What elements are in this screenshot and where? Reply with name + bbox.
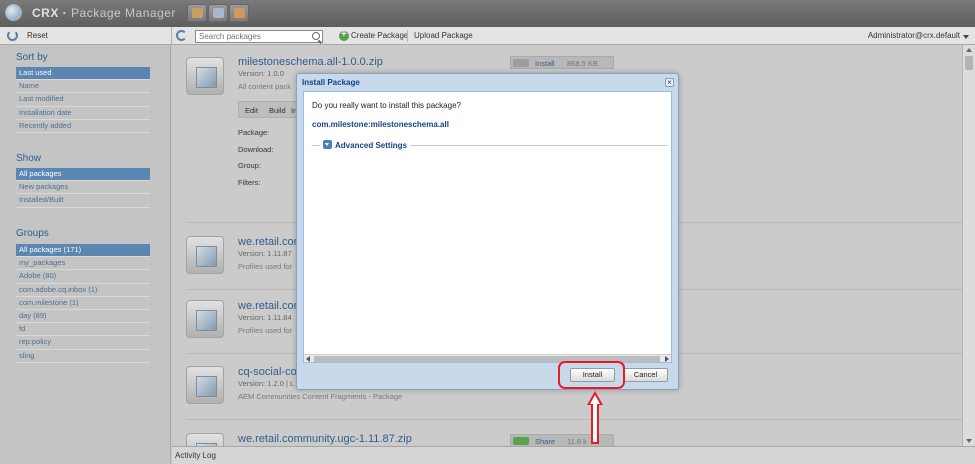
scroll-thumb[interactable] <box>965 56 973 70</box>
user-menu[interactable]: Administrator@crx.default <box>868 31 960 40</box>
package-name[interactable]: we.retail.com <box>238 300 303 312</box>
group-item[interactable]: com.adobe.cq.inbox (1) <box>16 284 150 297</box>
share-icon <box>513 437 529 445</box>
annotation-arrow-shaft <box>591 404 599 444</box>
group-item[interactable]: day (89) <box>16 310 150 324</box>
show-heading: Show <box>16 153 42 164</box>
scroll-down-icon[interactable] <box>966 439 972 443</box>
package-description: Profiles used for <box>238 262 293 271</box>
expand-icon[interactable] <box>323 140 332 149</box>
create-package-button[interactable]: Create Package <box>351 31 408 40</box>
install-action[interactable]: Install 868.5 KB <box>510 56 614 69</box>
annotation-arrow-icon <box>587 391 603 405</box>
package-name[interactable]: cq-social-co <box>238 366 297 378</box>
crx-logo-icon <box>5 4 22 21</box>
close-icon[interactable]: × <box>665 78 674 87</box>
package-name[interactable]: milestoneschema.all-1.0.0.zip <box>238 56 383 68</box>
package-name[interactable]: we.retail.community.ugc-1.11.87.zip <box>238 433 412 445</box>
group-item[interactable]: rep:policy <box>16 336 150 350</box>
group-item[interactable]: my_packages <box>16 257 150 271</box>
tools-icon <box>192 8 203 18</box>
sort-item-last-modified[interactable]: Last modified <box>16 93 150 107</box>
field-package: Package: <box>238 128 270 137</box>
group-item[interactable]: sling <box>16 350 150 363</box>
advanced-settings-fieldset: Advanced Settings <box>312 140 667 152</box>
package-thumbnail-icon <box>186 300 224 338</box>
dialog-body: Do you really want to install this packa… <box>303 91 672 363</box>
group-item[interactable]: fd <box>16 323 150 337</box>
app-title: CRX · Package Manager <box>32 6 176 20</box>
reset-button[interactable]: Reset <box>27 31 48 40</box>
vertical-scrollbar[interactable] <box>962 45 975 446</box>
sort-heading: Sort by <box>16 52 48 63</box>
sort-item-recently-added[interactable]: Recently added <box>16 120 150 133</box>
sort-item-installation-date[interactable]: Installation date <box>16 107 150 120</box>
scroll-up-icon[interactable] <box>966 48 972 52</box>
create-package-icon[interactable] <box>339 29 349 41</box>
app-switch-button-3[interactable] <box>229 4 249 22</box>
package-version: Version: 1.2.0 | L <box>238 379 295 388</box>
tab-edit[interactable]: Edit <box>245 106 258 115</box>
status-bar: Activity Log <box>172 446 975 464</box>
package-name[interactable]: we.retail.com <box>238 236 303 248</box>
sidebar: Sort by Last used Name Last modified Ins… <box>0 45 171 464</box>
install-package-dialog: Install Package × Do you really want to … <box>296 73 679 390</box>
package-thumbnail-icon <box>186 57 224 95</box>
package-thumbnail-icon <box>186 366 224 404</box>
advanced-settings-toggle[interactable]: Advanced Settings <box>320 140 411 150</box>
annotation-highlight <box>558 361 625 389</box>
activity-log-link[interactable]: Activity Log <box>175 451 216 460</box>
upload-package-button[interactable]: Upload Package <box>414 31 473 40</box>
sort-item-name[interactable]: Name <box>16 80 150 94</box>
show-item-new[interactable]: New packages <box>16 181 150 195</box>
app-switch-button-1[interactable] <box>187 4 207 22</box>
package-version: Version: 1.11.84 <box>238 313 292 322</box>
search-input[interactable] <box>196 31 306 42</box>
package-version: Version: 1.11.87 <box>238 249 292 258</box>
field-download: Download: <box>238 145 274 154</box>
group-item[interactable]: com.milestone (1) <box>16 297 150 310</box>
chevron-down-icon[interactable] <box>963 35 969 39</box>
package-thumbnail-icon <box>186 433 224 446</box>
scroll-left-icon[interactable] <box>306 356 310 362</box>
field-filters: Filters: <box>238 178 261 187</box>
reset-icon[interactable] <box>7 30 18 41</box>
dialog-question: Do you really want to install this packa… <box>312 101 461 110</box>
package-description: AEM Communities Content Fragments - Pack… <box>238 392 403 401</box>
search-field[interactable] <box>195 30 323 43</box>
groups-list: All packages (171) my_packages Adobe (80… <box>16 244 150 363</box>
package-description: All content pack <box>238 82 291 91</box>
package-thumbnail-icon <box>186 236 224 274</box>
show-list: All packages New packages Installed/Buil… <box>16 168 150 208</box>
package-icon <box>213 8 224 18</box>
refresh-icon[interactable] <box>176 30 187 41</box>
sort-list: Last used Name Last modified Installatio… <box>16 67 150 133</box>
group-item[interactable]: All packages (171) <box>16 244 150 258</box>
app-header: CRX · Package Manager <box>0 0 975 27</box>
show-item-all[interactable]: All packages <box>16 168 150 182</box>
scroll-right-icon[interactable] <box>665 356 669 362</box>
package-version: Version: 1.0.0 <box>238 69 284 78</box>
field-group: Group: <box>238 161 261 170</box>
toolbar: Reset Create Package Upload Package Admi… <box>0 27 975 45</box>
dialog-package-id: com.milestone:milestoneschema.all <box>312 120 449 129</box>
cancel-button[interactable]: Cancel <box>623 368 668 382</box>
tab-build[interactable]: Build <box>269 106 286 115</box>
package-tabs: Edit Build In <box>238 101 298 118</box>
dialog-title: Install Package <box>302 78 360 87</box>
sort-item-last-used[interactable]: Last used <box>16 67 150 81</box>
search-icon[interactable] <box>312 32 320 40</box>
groups-heading: Groups <box>16 228 49 239</box>
package-description: Profiles used for <box>238 326 293 335</box>
show-item-installed[interactable]: Installed/Built <box>16 194 150 208</box>
group-item[interactable]: Adobe (80) <box>16 270 150 284</box>
app-switch-button-2[interactable] <box>208 4 228 22</box>
share-icon <box>234 8 245 18</box>
install-icon <box>513 59 529 67</box>
